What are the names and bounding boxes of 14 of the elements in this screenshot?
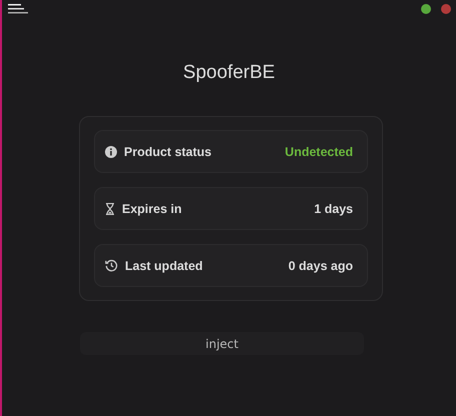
row-label: Last updated xyxy=(125,258,204,272)
hourglass-icon xyxy=(105,202,115,214)
inject-button[interactable]: inject xyxy=(80,332,364,355)
menu-icon[interactable] xyxy=(8,4,28,14)
app-title: SpooferBE xyxy=(183,61,275,85)
row-value: Undetected xyxy=(284,144,353,158)
close-button[interactable] xyxy=(441,4,451,14)
row-label: Expires in xyxy=(122,202,183,216)
maximize-button[interactable] xyxy=(421,4,431,14)
history-icon xyxy=(105,259,118,272)
row-value: 1 days xyxy=(314,202,353,216)
row-value: 0 days ago xyxy=(288,258,353,272)
info-icon xyxy=(105,146,117,158)
row-label: Product status xyxy=(124,144,213,158)
